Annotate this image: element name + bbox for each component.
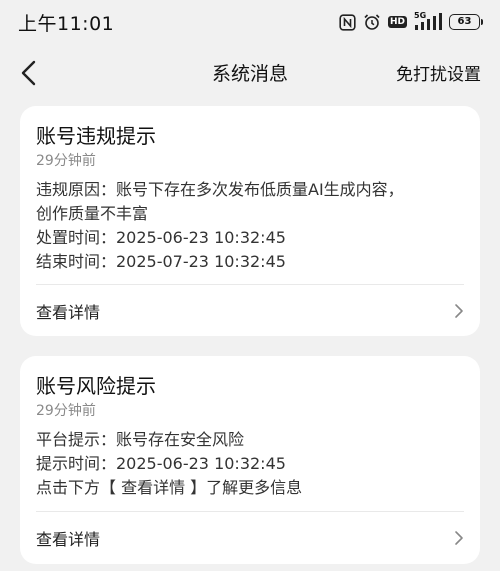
message-line: 创作质量不丰富 [36,204,149,223]
message-line: 平台提示：账号存在安全风险 [36,430,245,449]
view-details-button[interactable]: 查看详情 [20,286,480,336]
message-time: 29分钟前 [36,153,96,169]
chevron-right-icon [455,531,463,545]
message-body: 平台提示：账号存在安全风险 提示时间：2025-06-23 10:32:45 点… [36,428,466,500]
message-line: 结束时间：2025-07-23 10:32:45 [36,252,286,271]
nfc-icon [339,13,356,31]
chevron-right-icon [455,304,463,318]
hd-icon: HD [387,16,407,28]
status-icons: HD 5G 63 [339,11,483,31]
message-card: 账号违规提示 29分钟前 违规原因：账号下存在多次发布低质量AI生成内容， 创作… [20,106,480,336]
status-bar: 上午11:01 HD 5G 63 [0,0,500,44]
alarm-icon [363,13,381,31]
message-title: 账号违规提示 [36,124,156,148]
divider [36,284,464,285]
signal-icon: 5G [414,11,442,31]
message-line: 处置时间：2025-06-23 10:32:45 [36,228,286,247]
nav-bar: 系统消息 免打扰设置 [0,48,500,96]
view-details-label: 查看详情 [36,530,101,549]
chevron-left-icon [21,60,36,86]
battery-icon: 63 [449,14,483,30]
view-details-label: 查看详情 [36,303,101,322]
back-button[interactable] [14,58,44,88]
message-line: 点击下方【 查看详情 】了解更多信息 [36,478,303,497]
do-not-disturb-settings-button[interactable]: 免打扰设置 [396,60,481,85]
battery-level: 63 [457,16,472,27]
network-label: 5G [414,11,427,20]
status-time: 上午11:01 [18,12,115,35]
message-title: 账号风险提示 [36,374,156,398]
view-details-button[interactable]: 查看详情 [20,512,480,564]
message-card: 账号风险提示 29分钟前 平台提示：账号存在安全风险 提示时间：2025-06-… [20,356,480,564]
message-line: 提示时间：2025-06-23 10:32:45 [36,454,286,473]
message-line: 违规原因：账号下存在多次发布低质量AI生成内容， [36,180,404,199]
message-time: 29分钟前 [36,403,96,419]
message-body: 违规原因：账号下存在多次发布低质量AI生成内容， 创作质量不丰富 处置时间：20… [36,178,466,274]
